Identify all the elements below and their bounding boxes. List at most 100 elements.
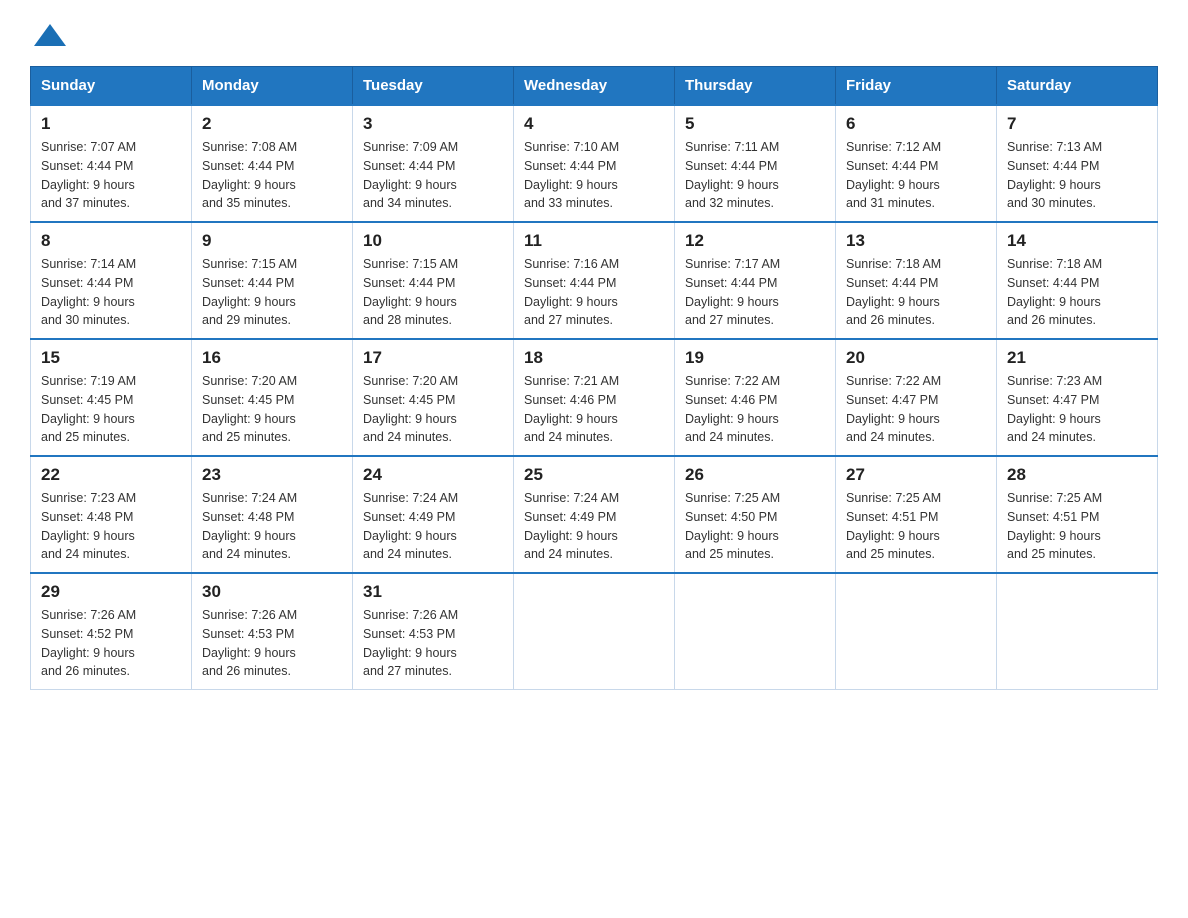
weekday-header-friday: Friday [836, 67, 997, 106]
day-info: Sunrise: 7:13 AM Sunset: 4:44 PM Dayligh… [1007, 138, 1147, 213]
day-info: Sunrise: 7:19 AM Sunset: 4:45 PM Dayligh… [41, 372, 181, 447]
day-info: Sunrise: 7:22 AM Sunset: 4:47 PM Dayligh… [846, 372, 986, 447]
logo-triangle-icon [34, 24, 66, 46]
calendar-cell: 19 Sunrise: 7:22 AM Sunset: 4:46 PM Dayl… [675, 339, 836, 456]
day-info: Sunrise: 7:16 AM Sunset: 4:44 PM Dayligh… [524, 255, 664, 330]
day-info: Sunrise: 7:21 AM Sunset: 4:46 PM Dayligh… [524, 372, 664, 447]
calendar-cell: 21 Sunrise: 7:23 AM Sunset: 4:47 PM Dayl… [997, 339, 1158, 456]
calendar-cell [675, 573, 836, 690]
day-number: 9 [202, 231, 342, 251]
day-number: 6 [846, 114, 986, 134]
calendar-cell: 27 Sunrise: 7:25 AM Sunset: 4:51 PM Dayl… [836, 456, 997, 573]
day-info: Sunrise: 7:18 AM Sunset: 4:44 PM Dayligh… [1007, 255, 1147, 330]
day-number: 24 [363, 465, 503, 485]
day-number: 10 [363, 231, 503, 251]
day-number: 20 [846, 348, 986, 368]
day-number: 1 [41, 114, 181, 134]
day-number: 26 [685, 465, 825, 485]
day-info: Sunrise: 7:10 AM Sunset: 4:44 PM Dayligh… [524, 138, 664, 213]
day-info: Sunrise: 7:25 AM Sunset: 4:51 PM Dayligh… [1007, 489, 1147, 564]
day-info: Sunrise: 7:24 AM Sunset: 4:49 PM Dayligh… [524, 489, 664, 564]
calendar-cell: 23 Sunrise: 7:24 AM Sunset: 4:48 PM Dayl… [192, 456, 353, 573]
calendar-cell: 9 Sunrise: 7:15 AM Sunset: 4:44 PM Dayli… [192, 222, 353, 339]
weekday-header-wednesday: Wednesday [514, 67, 675, 106]
day-number: 11 [524, 231, 664, 251]
calendar-cell: 16 Sunrise: 7:20 AM Sunset: 4:45 PM Dayl… [192, 339, 353, 456]
weekday-header-sunday: Sunday [31, 67, 192, 106]
day-info: Sunrise: 7:26 AM Sunset: 4:52 PM Dayligh… [41, 606, 181, 681]
day-info: Sunrise: 7:07 AM Sunset: 4:44 PM Dayligh… [41, 138, 181, 213]
day-number: 28 [1007, 465, 1147, 485]
day-info: Sunrise: 7:15 AM Sunset: 4:44 PM Dayligh… [363, 255, 503, 330]
day-number: 5 [685, 114, 825, 134]
calendar-cell: 11 Sunrise: 7:16 AM Sunset: 4:44 PM Dayl… [514, 222, 675, 339]
day-info: Sunrise: 7:22 AM Sunset: 4:46 PM Dayligh… [685, 372, 825, 447]
day-info: Sunrise: 7:15 AM Sunset: 4:44 PM Dayligh… [202, 255, 342, 330]
calendar-cell: 4 Sunrise: 7:10 AM Sunset: 4:44 PM Dayli… [514, 105, 675, 222]
day-info: Sunrise: 7:08 AM Sunset: 4:44 PM Dayligh… [202, 138, 342, 213]
calendar-cell: 12 Sunrise: 7:17 AM Sunset: 4:44 PM Dayl… [675, 222, 836, 339]
calendar-cell: 13 Sunrise: 7:18 AM Sunset: 4:44 PM Dayl… [836, 222, 997, 339]
day-number: 2 [202, 114, 342, 134]
day-info: Sunrise: 7:23 AM Sunset: 4:47 PM Dayligh… [1007, 372, 1147, 447]
calendar-cell: 20 Sunrise: 7:22 AM Sunset: 4:47 PM Dayl… [836, 339, 997, 456]
calendar-cell [514, 573, 675, 690]
day-number: 16 [202, 348, 342, 368]
day-number: 7 [1007, 114, 1147, 134]
day-number: 22 [41, 465, 181, 485]
day-info: Sunrise: 7:20 AM Sunset: 4:45 PM Dayligh… [202, 372, 342, 447]
calendar-cell [836, 573, 997, 690]
day-info: Sunrise: 7:09 AM Sunset: 4:44 PM Dayligh… [363, 138, 503, 213]
day-info: Sunrise: 7:25 AM Sunset: 4:51 PM Dayligh… [846, 489, 986, 564]
day-number: 15 [41, 348, 181, 368]
day-number: 29 [41, 582, 181, 602]
calendar-cell: 22 Sunrise: 7:23 AM Sunset: 4:48 PM Dayl… [31, 456, 192, 573]
weekday-header-monday: Monday [192, 67, 353, 106]
day-number: 13 [846, 231, 986, 251]
calendar-cell [997, 573, 1158, 690]
calendar-cell: 18 Sunrise: 7:21 AM Sunset: 4:46 PM Dayl… [514, 339, 675, 456]
weekday-header-tuesday: Tuesday [353, 67, 514, 106]
calendar-week-row: 8 Sunrise: 7:14 AM Sunset: 4:44 PM Dayli… [31, 222, 1158, 339]
day-number: 27 [846, 465, 986, 485]
day-number: 8 [41, 231, 181, 251]
calendar-cell: 1 Sunrise: 7:07 AM Sunset: 4:44 PM Dayli… [31, 105, 192, 222]
calendar-cell: 28 Sunrise: 7:25 AM Sunset: 4:51 PM Dayl… [997, 456, 1158, 573]
calendar-cell: 26 Sunrise: 7:25 AM Sunset: 4:50 PM Dayl… [675, 456, 836, 573]
day-number: 18 [524, 348, 664, 368]
calendar-cell: 15 Sunrise: 7:19 AM Sunset: 4:45 PM Dayl… [31, 339, 192, 456]
weekday-header-saturday: Saturday [997, 67, 1158, 106]
calendar-week-row: 1 Sunrise: 7:07 AM Sunset: 4:44 PM Dayli… [31, 105, 1158, 222]
day-number: 19 [685, 348, 825, 368]
calendar-cell: 14 Sunrise: 7:18 AM Sunset: 4:44 PM Dayl… [997, 222, 1158, 339]
day-number: 21 [1007, 348, 1147, 368]
calendar-cell: 7 Sunrise: 7:13 AM Sunset: 4:44 PM Dayli… [997, 105, 1158, 222]
day-info: Sunrise: 7:24 AM Sunset: 4:49 PM Dayligh… [363, 489, 503, 564]
day-info: Sunrise: 7:12 AM Sunset: 4:44 PM Dayligh… [846, 138, 986, 213]
calendar-cell: 5 Sunrise: 7:11 AM Sunset: 4:44 PM Dayli… [675, 105, 836, 222]
calendar-cell: 2 Sunrise: 7:08 AM Sunset: 4:44 PM Dayli… [192, 105, 353, 222]
day-info: Sunrise: 7:24 AM Sunset: 4:48 PM Dayligh… [202, 489, 342, 564]
calendar-week-row: 15 Sunrise: 7:19 AM Sunset: 4:45 PM Dayl… [31, 339, 1158, 456]
weekday-header-row: SundayMondayTuesdayWednesdayThursdayFrid… [31, 67, 1158, 106]
day-number: 30 [202, 582, 342, 602]
day-info: Sunrise: 7:23 AM Sunset: 4:48 PM Dayligh… [41, 489, 181, 564]
day-info: Sunrise: 7:17 AM Sunset: 4:44 PM Dayligh… [685, 255, 825, 330]
day-number: 4 [524, 114, 664, 134]
day-number: 17 [363, 348, 503, 368]
calendar-cell: 17 Sunrise: 7:20 AM Sunset: 4:45 PM Dayl… [353, 339, 514, 456]
day-number: 31 [363, 582, 503, 602]
page-header [30, 24, 1158, 48]
calendar-cell: 8 Sunrise: 7:14 AM Sunset: 4:44 PM Dayli… [31, 222, 192, 339]
day-info: Sunrise: 7:18 AM Sunset: 4:44 PM Dayligh… [846, 255, 986, 330]
day-number: 12 [685, 231, 825, 251]
calendar-cell: 29 Sunrise: 7:26 AM Sunset: 4:52 PM Dayl… [31, 573, 192, 690]
calendar-week-row: 29 Sunrise: 7:26 AM Sunset: 4:52 PM Dayl… [31, 573, 1158, 690]
calendar-table: SundayMondayTuesdayWednesdayThursdayFrid… [30, 66, 1158, 690]
day-info: Sunrise: 7:26 AM Sunset: 4:53 PM Dayligh… [202, 606, 342, 681]
calendar-cell: 24 Sunrise: 7:24 AM Sunset: 4:49 PM Dayl… [353, 456, 514, 573]
day-info: Sunrise: 7:20 AM Sunset: 4:45 PM Dayligh… [363, 372, 503, 447]
calendar-cell: 30 Sunrise: 7:26 AM Sunset: 4:53 PM Dayl… [192, 573, 353, 690]
logo [30, 24, 66, 48]
day-number: 14 [1007, 231, 1147, 251]
